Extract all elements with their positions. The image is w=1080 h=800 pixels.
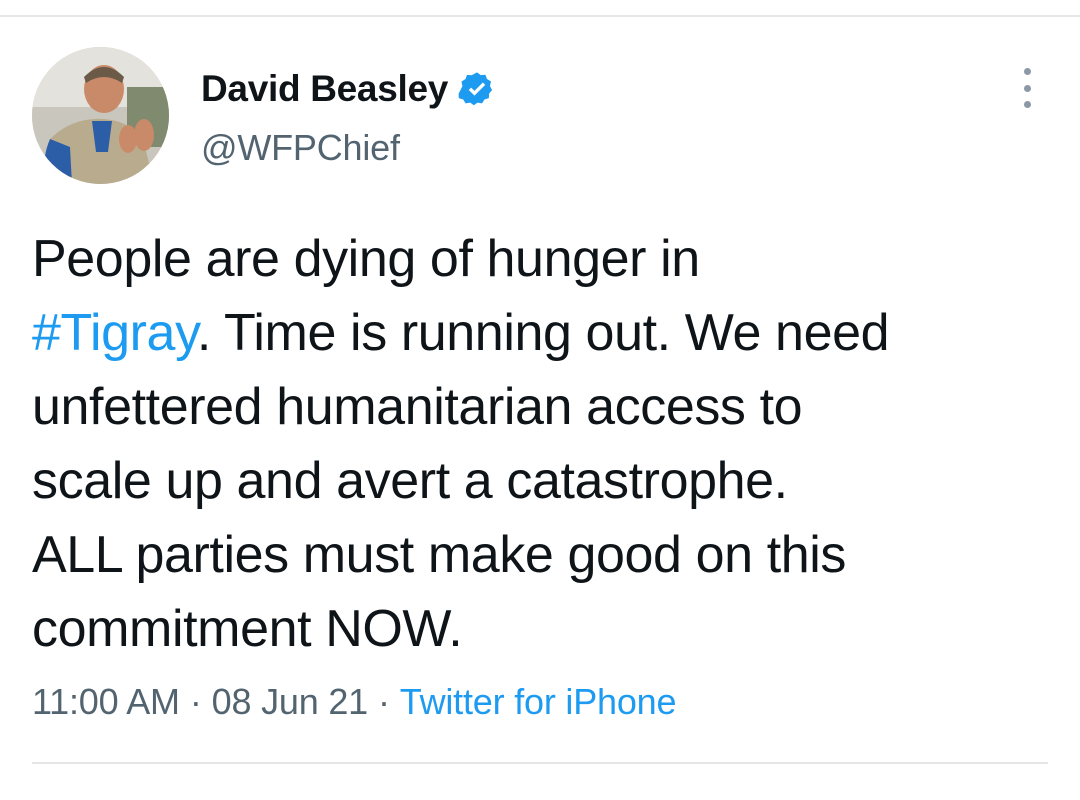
tweet-text-segment: People are dying of hunger in bbox=[32, 230, 700, 288]
verified-badge-icon bbox=[458, 70, 496, 108]
tweet-line: unfettered humanitarian access to bbox=[32, 370, 1052, 444]
tweet-text: People are dying of hunger in #Tigray. T… bbox=[32, 222, 1052, 666]
username-handle[interactable]: @WFPChief bbox=[201, 127, 400, 169]
tweet-text-segment: scale up and avert a catastrophe. bbox=[32, 452, 788, 510]
tweet-text-segment: . Time is running out. We need bbox=[196, 304, 890, 362]
tweet-text-segment: ALL parties must make good on this bbox=[32, 526, 847, 584]
tweet-line: People are dying of hunger in bbox=[32, 222, 1052, 296]
bottom-divider bbox=[32, 762, 1048, 764]
tweet-date[interactable]: 08 Jun 21 bbox=[212, 681, 369, 722]
tweet-line: commitment NOW. bbox=[32, 592, 1052, 666]
meta-separator: · bbox=[189, 681, 202, 722]
tweet-meta: 11:00 AM · 08 Jun 21 · Twitter for iPhone bbox=[32, 681, 677, 723]
more-dot bbox=[1023, 101, 1031, 108]
author-name-row[interactable]: David Beasley bbox=[201, 64, 496, 114]
tweet-text-segment: unfettered humanitarian access to bbox=[32, 378, 803, 436]
more-dot bbox=[1023, 84, 1031, 92]
tweet-line: #Tigray. Time is running out. We need bbox=[32, 296, 1052, 370]
tweet-detail: David Beasley @WFPChief People are dying… bbox=[0, 0, 1080, 800]
tweet-source-link[interactable]: Twitter for iPhone bbox=[400, 681, 677, 722]
top-divider bbox=[0, 15, 1080, 17]
tweet-time[interactable]: 11:00 AM bbox=[32, 681, 180, 722]
hashtag-link[interactable]: #Tigray bbox=[32, 304, 197, 362]
tweet-line: scale up and avert a catastrophe. bbox=[32, 444, 1052, 518]
display-name[interactable]: David Beasley bbox=[201, 68, 448, 110]
tweet-text-segment: commitment NOW. bbox=[32, 600, 463, 658]
more-dot bbox=[1023, 68, 1031, 75]
avatar-photo bbox=[32, 47, 169, 184]
more-vertical-icon[interactable] bbox=[1010, 68, 1044, 108]
avatar[interactable] bbox=[32, 47, 169, 184]
meta-separator: · bbox=[377, 681, 390, 722]
tweet-line: ALL parties must make good on this bbox=[32, 518, 1052, 592]
